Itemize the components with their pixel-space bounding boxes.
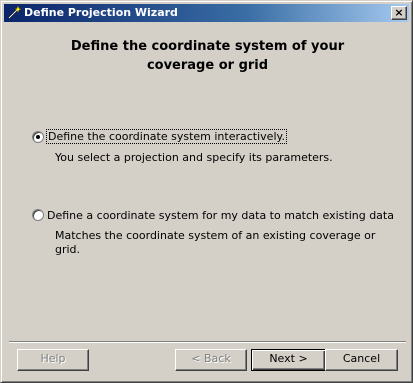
wizard-window: Define Projection Wizard × Define the co…: [0, 0, 413, 383]
option-match-existing-description: Matches the coordinate system of an exis…: [55, 229, 376, 256]
radio-selected-dot: [36, 135, 40, 139]
heading-line-1: Define the coordinate system of your: [70, 39, 345, 54]
back-button[interactable]: < Back: [175, 349, 247, 371]
window-title: Define Projection Wizard: [24, 6, 178, 19]
footer-separator: [9, 341, 406, 343]
page-heading: Define the coordinate system of your cov…: [1, 37, 413, 75]
wand-icon: [8, 6, 21, 19]
close-button[interactable]: ×: [391, 6, 407, 20]
option-define-interactively-label[interactable]: Define the coordinate system interactive…: [46, 129, 287, 144]
cancel-button[interactable]: Cancel: [325, 349, 398, 371]
option-match-existing-label[interactable]: Define a coordinate system for my data t…: [47, 209, 394, 222]
radio-match-existing[interactable]: [32, 209, 44, 221]
option-define-interactively-description: You select a projection and specify its …: [55, 151, 333, 164]
title-bar[interactable]: Define Projection Wizard ×: [4, 4, 409, 22]
close-icon: ×: [394, 6, 404, 19]
help-button[interactable]: Help: [17, 349, 89, 371]
radio-define-interactively[interactable]: [32, 131, 44, 143]
heading-line-2: coverage or grid: [146, 58, 269, 73]
next-button[interactable]: Next >: [251, 349, 326, 371]
